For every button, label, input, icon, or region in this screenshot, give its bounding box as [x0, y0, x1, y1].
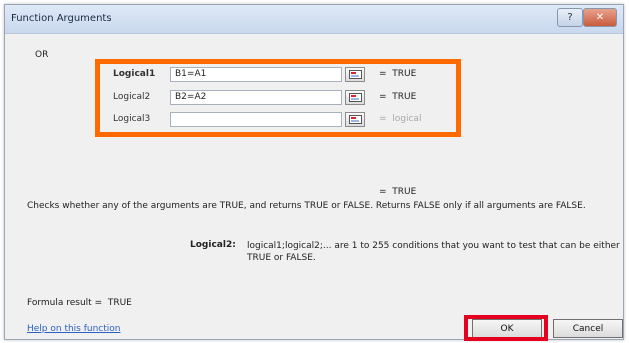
cancel-button[interactable]: Cancel — [553, 319, 623, 338]
help-link[interactable]: Help on this function — [27, 324, 121, 334]
ok-highlight-box — [464, 315, 548, 341]
argument-description-text: logical1;logical2;... are 1 to 255 condi… — [247, 241, 620, 263]
argument-description-label: Logical2: — [190, 240, 236, 250]
close-button[interactable]: ✕ — [583, 8, 617, 27]
summary-result: = TRUE — [379, 187, 417, 197]
function-arguments-dialog: Function Arguments ? ✕ OR Logical1 B1=A1… — [4, 4, 624, 341]
formula-result: Formula result = TRUE — [27, 298, 132, 308]
window-title: Function Arguments — [11, 13, 112, 24]
close-icon: ✕ — [595, 12, 605, 23]
help-icon: ? — [567, 12, 573, 23]
function-description: Checks whether any of the arguments are … — [27, 201, 586, 211]
function-name: OR — [35, 50, 49, 60]
arguments-highlight-box — [95, 59, 461, 137]
title-bar: Function Arguments ? ✕ — [5, 5, 623, 34]
help-button[interactable]: ? — [557, 8, 583, 27]
